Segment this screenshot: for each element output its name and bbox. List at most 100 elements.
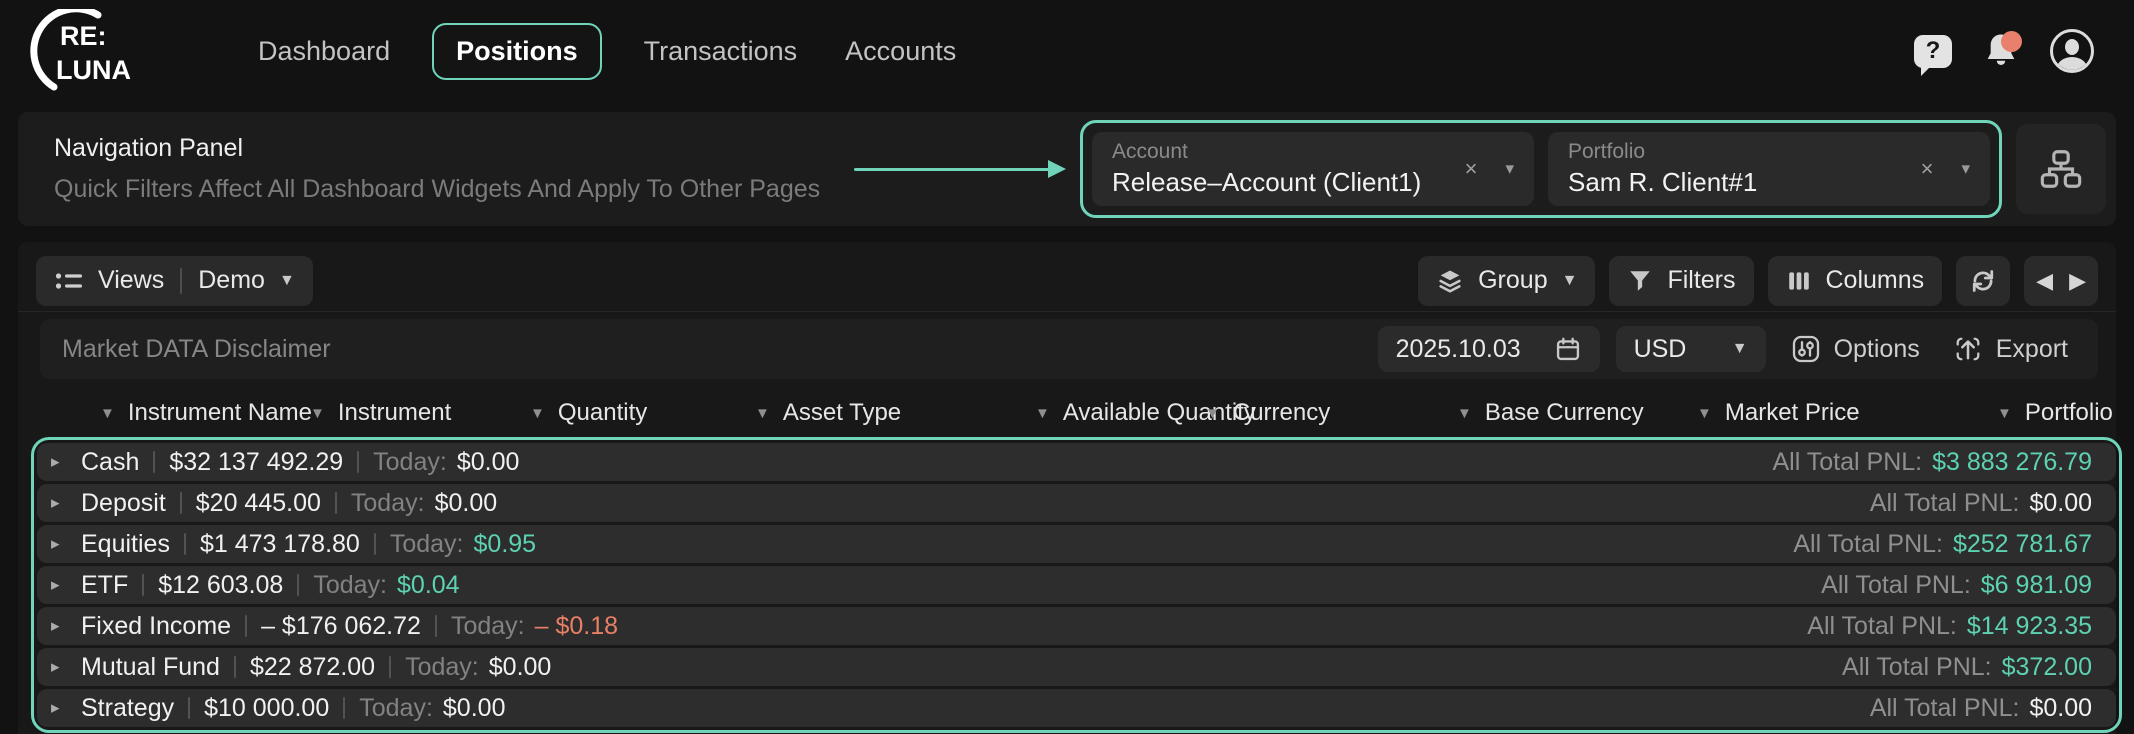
group-row[interactable]: ▸ Fixed Income – $176 062.72 Today: – $0… xyxy=(37,607,2116,645)
pointer-arrow-icon xyxy=(854,168,1066,171)
options-button[interactable]: Options xyxy=(1782,333,1928,365)
today-value: $0.00 xyxy=(443,694,506,723)
column-header[interactable]: ▼ Instrument xyxy=(310,399,530,427)
today-value: $0.00 xyxy=(457,448,520,477)
currency-select[interactable]: USD ▼ xyxy=(1616,326,1766,372)
notifications-bell-icon[interactable] xyxy=(1980,30,2022,72)
pnl-value: $252 781.67 xyxy=(1953,530,2092,559)
export-button[interactable]: Export xyxy=(1944,333,2076,365)
group-caret-icon: ▼ xyxy=(1562,272,1578,290)
pnl-value: $372.00 xyxy=(2002,653,2092,682)
columns-icon xyxy=(1786,268,1812,294)
column-label: Quantity xyxy=(558,399,647,427)
portfolio-clear-icon[interactable]: × xyxy=(1921,156,1934,182)
help-icon[interactable]: ? xyxy=(1914,35,1952,68)
column-menu-caret-icon[interactable]: ▼ xyxy=(1457,405,1472,422)
group-row[interactable]: ▸ ETF $12 603.08 Today: $0.04 All Total … xyxy=(37,566,2116,604)
options-label: Options xyxy=(1834,335,1920,364)
column-header[interactable]: ▼ Quantity xyxy=(530,399,755,427)
row-expander-icon[interactable]: ▸ xyxy=(51,534,81,554)
row-expander-icon[interactable]: ▸ xyxy=(51,575,81,595)
group-row[interactable]: ▸ Cash $32 137 492.29 Today: $0.00 All T… xyxy=(37,443,2116,481)
pnl-value: $3 883 276.79 xyxy=(1932,448,2092,477)
notification-badge xyxy=(2001,31,2022,52)
toolbar-right-group: Group ▼ Filters Columns xyxy=(1418,256,2098,306)
portfolio-select-text: Portfolio Sam R. Client#1 xyxy=(1568,140,1921,198)
views-list-icon xyxy=(54,269,84,293)
main-nav: Dashboard Positions Transactions Account… xyxy=(252,23,962,80)
account-caret-icon[interactable]: ▾ xyxy=(1505,159,1514,179)
date-picker[interactable]: 2025.10.03 xyxy=(1378,326,1600,372)
row-expander-icon[interactable]: ▸ xyxy=(51,493,81,513)
column-header[interactable]: ▼ Asset Type xyxy=(755,399,1035,427)
today-label: Today: xyxy=(351,489,425,518)
column-header[interactable]: ▼ Portfolio xyxy=(1997,399,2113,427)
nav-tab-label: Transactions xyxy=(644,36,798,66)
brand-logo[interactable]: RE: LUNA xyxy=(20,9,132,93)
nav-tab[interactable]: Dashboard xyxy=(252,23,396,80)
portfolio-select[interactable]: Portfolio Sam R. Client#1 × ▾ xyxy=(1548,132,1990,206)
group-row[interactable]: ▸ Strategy $10 000.00 Today: $0.00 All T… xyxy=(37,689,2116,727)
refresh-icon xyxy=(1968,266,1998,296)
column-header[interactable]: ▼ Available Quantity xyxy=(1035,399,1205,427)
row-expander-icon[interactable]: ▸ xyxy=(51,698,81,718)
group-row[interactable]: ▸ Equities $1 473 178.80 Today: $0.95 Al… xyxy=(37,525,2116,563)
views-caret-icon: ▼ xyxy=(279,272,295,290)
nav-tab[interactable]: Transactions xyxy=(638,23,804,80)
views-divider xyxy=(180,268,182,294)
row-divider xyxy=(297,574,299,596)
arrow-shaft xyxy=(854,168,1050,171)
portfolio-caret-icon[interactable]: ▾ xyxy=(1961,159,1970,179)
column-header[interactable]: ▼ Market Price xyxy=(1697,399,1997,427)
row-expander-icon[interactable]: ▸ xyxy=(51,657,81,677)
page-nav-button[interactable]: ◀ ▶ xyxy=(2024,256,2098,306)
column-menu-caret-icon[interactable]: ▼ xyxy=(755,405,770,422)
columns-button[interactable]: Columns xyxy=(1768,256,1943,306)
row-divider xyxy=(234,656,236,678)
pnl-label: All Total PNL: xyxy=(1773,448,1923,477)
group-row[interactable]: ▸ Deposit $20 445.00 Today: $0.00 All To… xyxy=(37,484,2116,522)
nav-tab[interactable]: Accounts xyxy=(839,23,962,80)
group-layers-icon xyxy=(1436,267,1464,295)
column-menu-caret-icon[interactable]: ▼ xyxy=(530,405,545,422)
global-filters-group: Account Release–Account (Client1) × ▾ Po… xyxy=(1080,120,2002,218)
pnl-value: $14 923.35 xyxy=(1967,612,2092,641)
column-label: Portfolio xyxy=(2025,399,2113,427)
pnl-group: All Total PNL: $3 883 276.79 xyxy=(1773,448,2093,477)
prev-page-icon[interactable]: ◀ xyxy=(2036,268,2053,294)
next-page-icon[interactable]: ▶ xyxy=(2069,268,2086,294)
group-button[interactable]: Group ▼ xyxy=(1418,256,1595,306)
column-header[interactable]: ▼ Base Currency xyxy=(1457,399,1697,427)
column-menu-caret-icon[interactable]: ▼ xyxy=(100,405,115,422)
group-row[interactable]: ▸ Mutual Fund $22 872.00 Today: $0.00 Al… xyxy=(37,648,2116,686)
hierarchy-button[interactable] xyxy=(2016,124,2106,214)
column-menu-caret-icon[interactable]: ▼ xyxy=(1035,405,1050,422)
column-menu-caret-icon[interactable]: ▼ xyxy=(1997,405,2012,422)
user-avatar[interactable] xyxy=(2050,29,2094,73)
top-right-icons: ? xyxy=(1914,29,2094,73)
group-total-value: $12 603.08 xyxy=(158,571,283,600)
account-select[interactable]: Account Release–Account (Client1) × ▾ xyxy=(1092,132,1534,206)
group-name: Equities xyxy=(81,530,170,559)
pnl-label: All Total PNL: xyxy=(1821,571,1971,600)
export-label: Export xyxy=(1996,335,2068,364)
column-header[interactable]: ▼ Currency xyxy=(1205,399,1457,427)
column-header[interactable]: ▼ Instrument Name xyxy=(100,399,310,427)
row-expander-icon[interactable]: ▸ xyxy=(51,452,81,472)
account-clear-icon[interactable]: × xyxy=(1465,156,1478,182)
column-menu-caret-icon[interactable]: ▼ xyxy=(1697,405,1712,422)
nav-tab[interactable]: Positions xyxy=(432,23,602,80)
filters-button[interactable]: Filters xyxy=(1609,256,1753,306)
refresh-button[interactable] xyxy=(1956,256,2010,306)
pnl-value: $0.00 xyxy=(2029,694,2092,723)
column-menu-caret-icon[interactable]: ▼ xyxy=(1205,405,1220,422)
market-data-disclaimer[interactable]: Market DATA Disclaimer xyxy=(62,335,331,364)
avatar-body xyxy=(2057,57,2087,73)
group-name: Mutual Fund xyxy=(81,653,220,682)
column-menu-caret-icon[interactable]: ▼ xyxy=(310,405,325,422)
row-expander-icon[interactable]: ▸ xyxy=(51,616,81,636)
views-button[interactable]: Views Demo ▼ xyxy=(36,256,313,306)
row-divider xyxy=(188,697,190,719)
pnl-label: All Total PNL: xyxy=(1807,612,1957,641)
group-name: Deposit xyxy=(81,489,166,518)
